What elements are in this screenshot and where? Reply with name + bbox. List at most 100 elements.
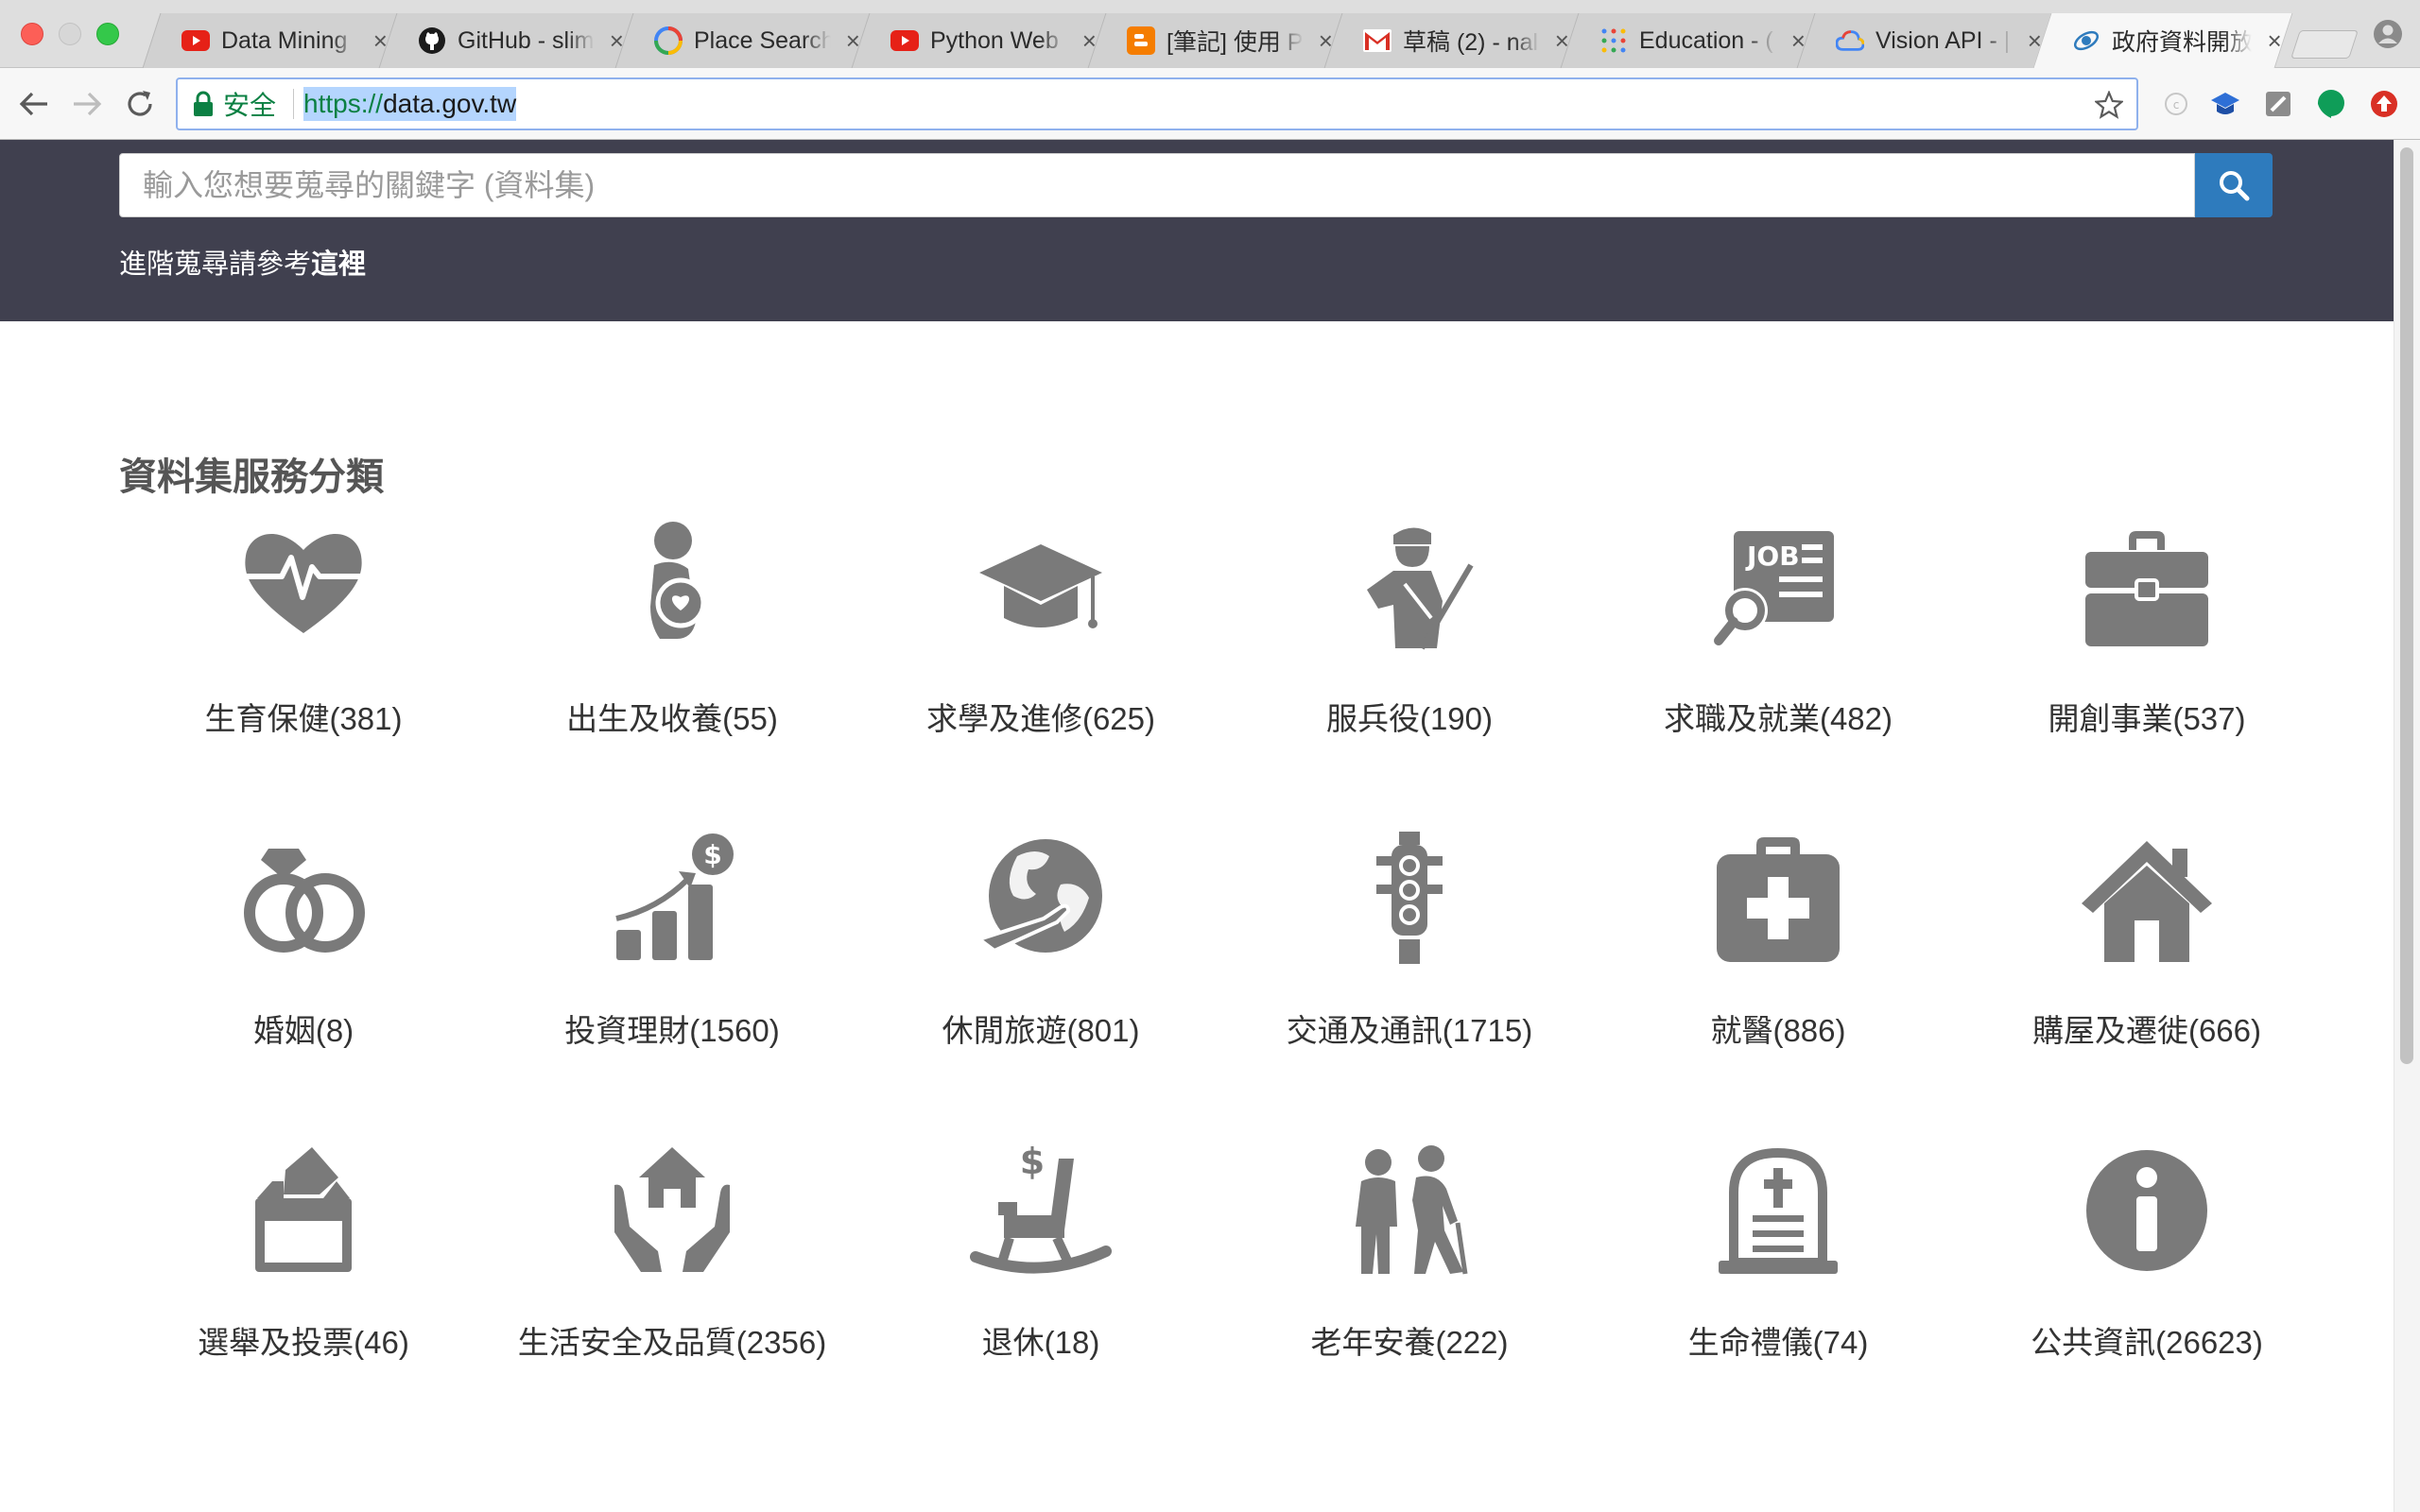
category-label: 出生及收養(55)	[566, 701, 778, 736]
scrollbar-thumb[interactable]	[2400, 147, 2413, 1064]
extension-graduation-icon[interactable]	[2208, 87, 2242, 121]
lock-icon	[194, 91, 213, 116]
url-text[interactable]: https://data.gov.tw	[303, 87, 517, 121]
google-places-icon	[654, 26, 683, 55]
browser-tab[interactable]: Python Web ×	[860, 13, 1098, 68]
close-tab-icon[interactable]: ×	[372, 26, 389, 56]
advanced-search-prefix: 進階蒐尋請參考	[119, 249, 312, 280]
category-medical[interactable]: 就醫(886)	[1594, 828, 1962, 1051]
browser-tab-strip: Data Mining × GitHub - slim × Place Sear…	[0, 0, 2420, 68]
advanced-search-hint: 進階蒐尋請參考這裡	[119, 242, 366, 282]
category-label: 服兵役(190)	[1325, 701, 1494, 736]
svg-text:c: c	[2173, 98, 2180, 112]
browser-toolbar: 安全 https://data.gov.tw c	[0, 68, 2420, 140]
category-label: 開創事業(537)	[2048, 701, 2246, 736]
window-maximize-button[interactable]	[96, 23, 119, 45]
profile-icon[interactable]	[2373, 19, 2403, 49]
gov-data-icon	[2072, 26, 2100, 55]
extension-page-icon[interactable]	[2261, 87, 2295, 121]
category-funeral-rites[interactable]: 生命禮儀(74)	[1594, 1140, 1962, 1363]
category-military-service[interactable]: 服兵役(190)	[1225, 516, 1594, 739]
advanced-search-link[interactable]: 這裡	[311, 249, 366, 280]
elderly-couple-icon	[1356, 1145, 1468, 1275]
category-label: 婚姻(8)	[252, 1013, 354, 1048]
category-label: 生育保健(381)	[204, 701, 403, 736]
arrow-right-icon	[74, 92, 102, 116]
category-life-safety-quality[interactable]: 生活安全及品質(2356)	[488, 1140, 856, 1363]
category-label: 選舉及投票(46)	[198, 1325, 409, 1360]
category-label: 休閒旅遊(801)	[942, 1013, 1140, 1048]
browser-tab[interactable]: Vision API - | ×	[1806, 13, 2044, 68]
category-label: 交通及通訊(1715)	[1286, 1013, 1533, 1048]
tombstone-icon	[1719, 1147, 1838, 1274]
secure-label: 安全	[223, 91, 277, 120]
browser-tab[interactable]: Data Mining ×	[151, 13, 389, 68]
section-title: 資料集服務分類	[119, 456, 384, 498]
back-button[interactable]	[13, 83, 55, 125]
youtube-icon	[182, 26, 210, 55]
bookmark-star-icon[interactable]	[2095, 91, 2123, 119]
category-label: 求學及進修(625)	[925, 701, 1156, 736]
category-transport-communication[interactable]: 交通及通訊(1715)	[1225, 828, 1594, 1051]
page-scrollbar[interactable]	[2394, 140, 2420, 1512]
category-job-seeking[interactable]: JOB 求職及就業(482)	[1594, 516, 1962, 739]
hands-house-icon	[614, 1147, 730, 1272]
category-label: 求職及就業(482)	[1663, 701, 1893, 736]
browser-tab[interactable]: [筆記] 使用 P ×	[1097, 13, 1335, 68]
extension-upload-icon[interactable]	[2367, 87, 2401, 121]
extension-c-icon[interactable]: c	[2159, 87, 2193, 121]
close-tab-icon[interactable]: ×	[1080, 26, 1098, 56]
new-tab-button[interactable]	[2290, 30, 2359, 59]
category-elderly-care[interactable]: 老年安養(222)	[1225, 1140, 1594, 1363]
soldier-icon	[1367, 527, 1474, 650]
category-label: 老年安養(222)	[1310, 1325, 1509, 1360]
svg-text:JOB: JOB	[1745, 541, 1800, 572]
browser-tab[interactable]: 草稿 (2) - nal ×	[1333, 13, 1571, 68]
browser-tab-active[interactable]: 政府資料開放 ×	[2042, 13, 2284, 68]
category-start-business[interactable]: 開創事業(537)	[1962, 516, 2331, 739]
address-bar[interactable]: 安全 https://data.gov.tw	[176, 77, 2138, 130]
forward-button[interactable]	[66, 83, 108, 125]
window-close-button[interactable]	[21, 23, 43, 45]
category-birth-adoption[interactable]: 出生及收養(55)	[488, 516, 856, 739]
globe-plane-icon	[975, 839, 1102, 954]
category-public-information[interactable]: 公共資訊(26623)	[1962, 1140, 2331, 1363]
category-retirement[interactable]: $ 退休(18)	[856, 1140, 1225, 1363]
category-fertility-health[interactable]: 生育保健(381)	[119, 516, 488, 739]
heartbeat-icon	[245, 534, 362, 633]
dataset-search-input[interactable]	[119, 153, 2195, 217]
url-host: data.gov.tw	[383, 89, 517, 118]
close-tab-icon[interactable]: ×	[1789, 26, 1807, 56]
traffic-light-icon	[1376, 832, 1443, 964]
category-marriage[interactable]: 婚姻(8)	[119, 828, 488, 1051]
investment-chart-icon: $	[615, 833, 734, 960]
browser-tab[interactable]: Education - ( ×	[1569, 13, 1807, 68]
reload-button[interactable]	[119, 83, 161, 125]
search-hero: 進階蒐尋請參考這裡	[0, 140, 2394, 321]
category-label: 就醫(886)	[1710, 1013, 1846, 1048]
close-tab-icon[interactable]: ×	[1317, 26, 1335, 56]
category-label: 投資理財(1560)	[564, 1013, 780, 1048]
close-tab-icon[interactable]: ×	[608, 26, 626, 56]
medical-kit-icon	[1717, 837, 1840, 962]
window-minimize-button[interactable]	[59, 23, 81, 45]
extension-hangouts-icon[interactable]	[2314, 87, 2348, 121]
close-tab-icon[interactable]: ×	[2265, 26, 2284, 56]
wedding-rings-icon	[244, 849, 365, 953]
category-investment[interactable]: $ 投資理財(1560)	[488, 828, 856, 1051]
browser-tab[interactable]: GitHub - slim ×	[388, 13, 626, 68]
svg-text:$: $	[703, 839, 721, 870]
category-education[interactable]: 求學及進修(625)	[856, 516, 1225, 739]
close-tab-icon[interactable]: ×	[2026, 26, 2044, 56]
search-button[interactable]	[2195, 153, 2273, 217]
dots-icon	[1599, 26, 1628, 55]
info-icon	[2086, 1150, 2207, 1271]
category-leisure-travel[interactable]: 休閒旅遊(801)	[856, 828, 1225, 1051]
category-label: 購屋及遷徙(666)	[2031, 1013, 2262, 1048]
svg-text:$: $	[1020, 1141, 1045, 1182]
close-tab-icon[interactable]: ×	[844, 26, 862, 56]
category-election-voting[interactable]: 選舉及投票(46)	[119, 1140, 488, 1363]
category-housing-relocation[interactable]: 購屋及遷徙(666)	[1962, 828, 2331, 1051]
close-tab-icon[interactable]: ×	[1553, 26, 1571, 56]
browser-tab[interactable]: Place Search ×	[624, 13, 862, 68]
